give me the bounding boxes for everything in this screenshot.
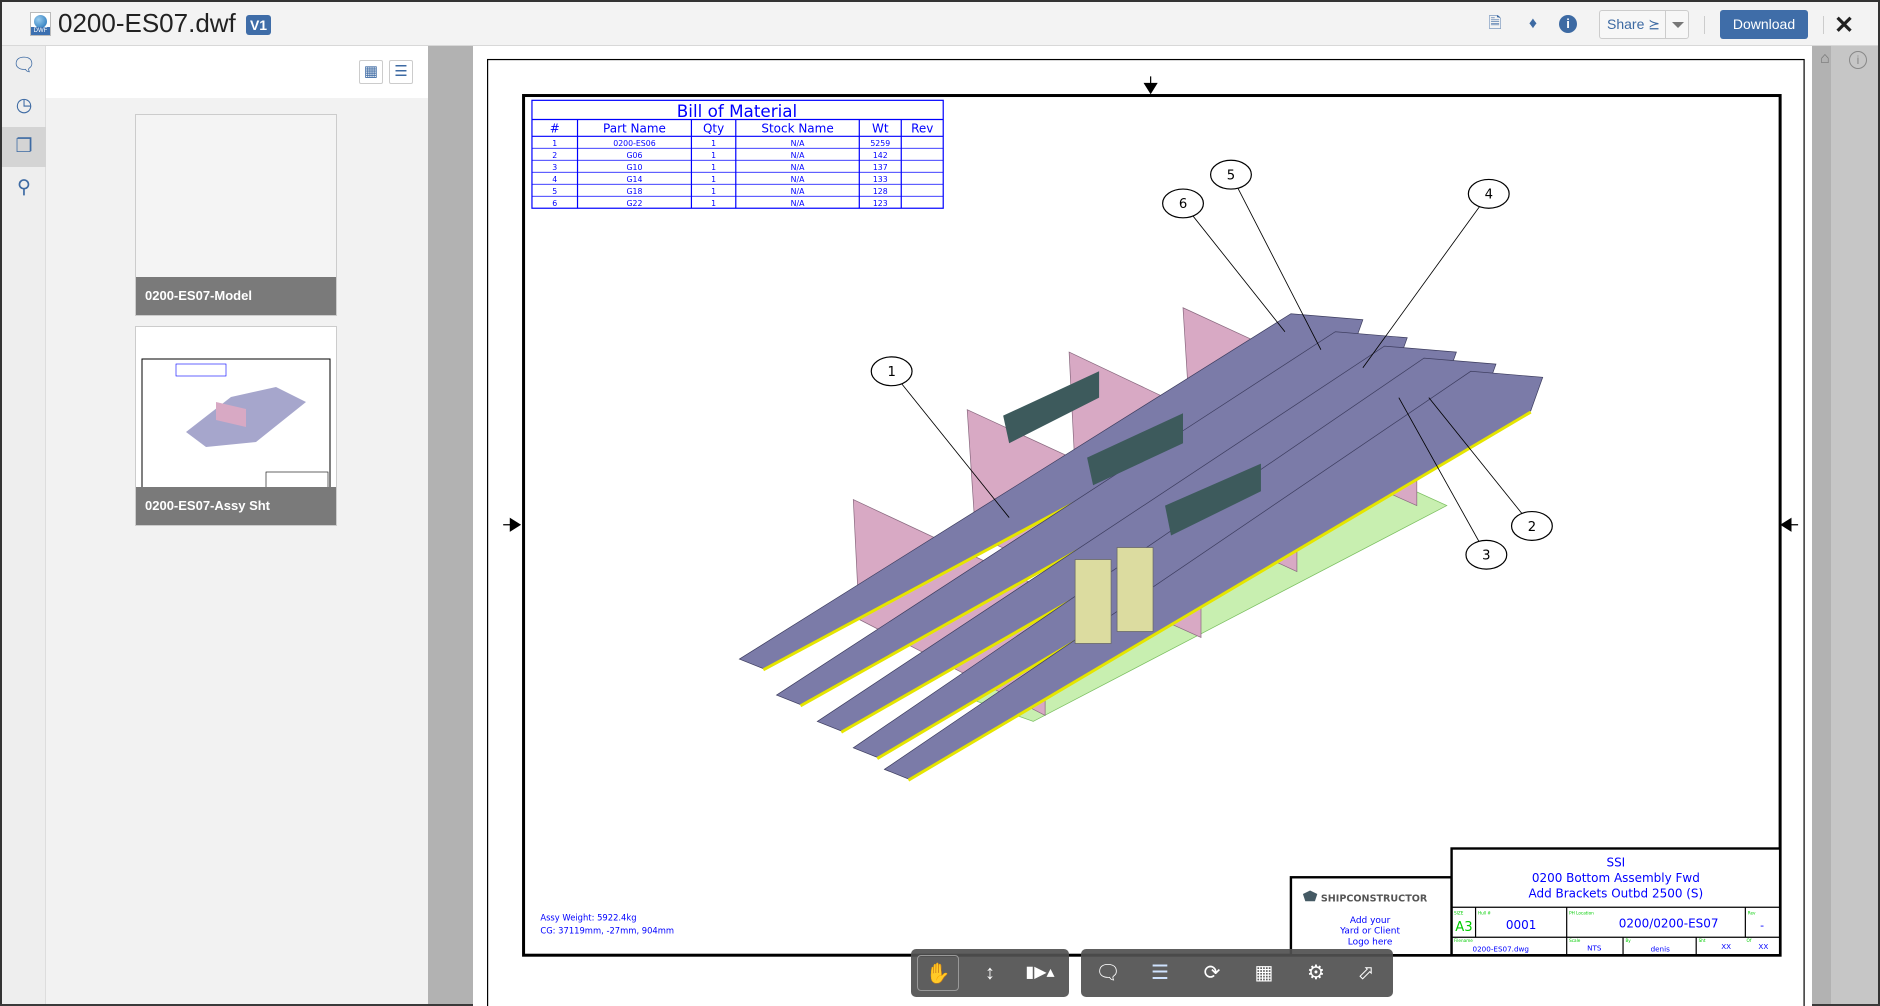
bom-cell: 1 <box>552 139 557 148</box>
center-mark-right <box>1780 517 1799 532</box>
svg-text:Rev: Rev <box>1748 910 1756 915</box>
svg-text:SIZE: SIZE <box>1454 910 1464 915</box>
sheet-number: XX <box>1721 942 1731 951</box>
logo-brand: SHIPCONSTRUCTOR <box>1321 893 1428 904</box>
navigation-toolbar: ✋ ↕ ▮▶▴ <box>911 949 1069 997</box>
hull-number: 0001 <box>1506 918 1537 932</box>
svg-text:PH Location: PH Location <box>1569 910 1594 915</box>
title-block: SSI 0200 Bottom Assembly Fwd Add Bracket… <box>1450 847 1782 957</box>
bom-column-header: # <box>550 122 560 136</box>
bom-column-header: Part Name <box>603 122 666 136</box>
svg-text:Filename: Filename <box>1454 938 1473 943</box>
bom-column-header: Qty <box>703 122 724 136</box>
bom-cell: N/A <box>791 175 805 184</box>
callout-leader <box>1182 203 1286 332</box>
bom-cell: 0200-ES06 <box>613 139 655 148</box>
svg-text:By: By <box>1625 938 1631 943</box>
callout-number: 2 <box>1528 520 1536 535</box>
bom-cell: 6 <box>552 199 557 208</box>
bom-cell: 1 <box>711 139 716 148</box>
bom-cell: 1 <box>711 175 716 184</box>
assembly-3d-view <box>738 307 1544 782</box>
sheet-size: A3 <box>1455 920 1472 935</box>
callout-number: 5 <box>1227 168 1235 183</box>
logo-box: SHIPCONSTRUCTOR Add your Yard or Client … <box>1289 876 1453 957</box>
view-toolbar: 🗨 ☰ ⟳ ▦ ⚙ ⬀ <box>1081 949 1393 997</box>
bom-cell: G18 <box>627 187 643 196</box>
layers-icon[interactable]: ☰ <box>1139 955 1181 991</box>
drawing-subtitle: Add Brackets Outbd 2500 (S) <box>1528 887 1703 901</box>
bom-cell: 1 <box>711 199 716 208</box>
svg-text:Hull #: Hull # <box>1478 910 1491 915</box>
zoom-icon[interactable]: ↕ <box>969 955 1011 991</box>
center-mark-left <box>503 517 522 532</box>
svg-text:Scale: Scale <box>1569 938 1581 943</box>
bom-cell: 133 <box>873 175 888 184</box>
logo-text: Add your <box>1350 916 1391 926</box>
bom-cell: 1 <box>711 151 716 160</box>
filename: 0200-ES07.dwg <box>1473 945 1529 954</box>
bom-cell: 128 <box>873 187 888 196</box>
sheet-count: XX <box>1758 942 1768 951</box>
bom-cell: 5259 <box>870 139 890 148</box>
bracket-plate <box>1116 547 1154 632</box>
svg-text:Of: Of <box>1747 938 1752 943</box>
bom-cell: 123 <box>873 199 888 208</box>
callout-number: 1 <box>887 365 895 380</box>
callout-number: 6 <box>1179 197 1187 212</box>
pan-icon[interactable]: ✋ <box>917 955 959 991</box>
properties-icon[interactable]: ▦ <box>1243 955 1285 991</box>
markup-icon[interactable]: 🗨 <box>1087 955 1129 991</box>
cg-note: CG: 37119mm, -27mm, 904mm <box>540 926 674 936</box>
bom-cell: N/A <box>791 163 805 172</box>
center-mark-top <box>1143 76 1158 95</box>
bom-cell: 1 <box>711 163 716 172</box>
logo-text: Yard or Client <box>1339 927 1400 937</box>
bom-cell: N/A <box>791 199 805 208</box>
bom-cell: 4 <box>552 175 557 184</box>
drawing-canvas: Bill of Material # Part Name Qty Stock Name… <box>486 58 1805 1006</box>
revision: - <box>1760 919 1764 932</box>
bom-cell: G22 <box>627 199 643 208</box>
bom-cell: N/A <box>791 151 805 160</box>
fullscreen-icon[interactable]: ⬀ <box>1345 955 1387 991</box>
bom-cell: 1 <box>711 187 716 196</box>
refresh-icon[interactable]: ⟳ <box>1191 955 1233 991</box>
app-window: DWF 0200-ES07.dwf V1 🗎 ♦ i Share ⪰ Downl… <box>0 0 1880 1006</box>
bom-column-header: Rev <box>911 122 933 136</box>
bom-cell: 137 <box>873 163 888 172</box>
assy-weight-note: Assy Weight: 5922.4kg <box>540 912 636 922</box>
bom-cell: G14 <box>627 175 643 184</box>
bom-cell: N/A <box>791 139 805 148</box>
bom-cell: 5 <box>552 187 557 196</box>
svg-text:Sht: Sht <box>1699 938 1706 943</box>
bom-cell: G10 <box>627 163 643 172</box>
bom-cell: 142 <box>873 151 888 160</box>
drawn-by: denis <box>1651 945 1671 954</box>
bracket-plate <box>1074 559 1112 644</box>
camera-icon[interactable]: ▮▶▴ <box>1019 955 1061 991</box>
settings-icon[interactable]: ⚙ <box>1295 955 1337 991</box>
drawing-title: 0200 Bottom Assembly Fwd <box>1532 871 1700 885</box>
bill-of-material-table: Bill of Material # Part Name Qty Stock Name… <box>531 99 944 209</box>
callout-number: 3 <box>1482 549 1490 564</box>
bom-cell: 3 <box>552 163 557 172</box>
company-name: SSI <box>1606 855 1625 869</box>
callout-leader <box>1362 193 1490 368</box>
callout-number: 4 <box>1485 188 1493 203</box>
ph-location: 0200/0200-ES07 <box>1619 917 1719 931</box>
bom-cell: G06 <box>627 151 643 160</box>
bom-cell: 2 <box>552 151 557 160</box>
bom-column-header: Stock Name <box>761 122 833 136</box>
bom-title: Bill of Material <box>677 101 797 121</box>
scale: NTS <box>1587 943 1602 952</box>
logo-text: Logo here <box>1348 937 1393 947</box>
bom-column-header: Wt <box>872 122 889 136</box>
bom-cell: N/A <box>791 187 805 196</box>
